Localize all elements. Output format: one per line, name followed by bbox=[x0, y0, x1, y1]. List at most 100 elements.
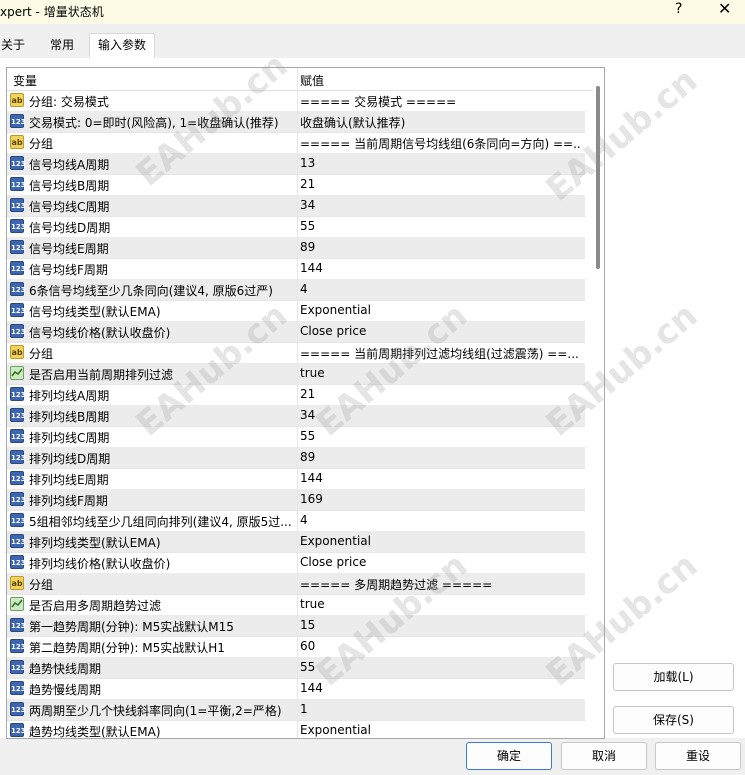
ok-button[interactable]: 确定 bbox=[466, 742, 552, 770]
parameter-value[interactable]: 169 bbox=[300, 492, 580, 506]
integer-type-icon: 123 bbox=[10, 198, 26, 212]
parameter-value[interactable]: 1 bbox=[300, 702, 580, 716]
integer-type-icon: 123 bbox=[10, 513, 26, 527]
table-row[interactable]: 123 排列均线B周期 34 bbox=[7, 405, 585, 427]
parameter-name: 信号均线C周期 bbox=[29, 200, 110, 214]
parameter-value[interactable]: 144 bbox=[300, 261, 580, 275]
parameter-value[interactable]: 4 bbox=[300, 513, 580, 527]
table-row[interactable]: 123 趋势慢线周期 144 bbox=[7, 678, 585, 700]
table-row[interactable]: 123 信号均线B周期 21 bbox=[7, 174, 585, 196]
cancel-button[interactable]: 取消 bbox=[561, 742, 647, 770]
integer-type-icon: 123 bbox=[10, 639, 26, 653]
parameter-value[interactable]: 15 bbox=[300, 618, 580, 632]
table-row[interactable]: ab 分组 ===== 当前周期排列过滤均线组(过滤震荡) ==... bbox=[7, 342, 585, 364]
header-value[interactable]: 赋值 bbox=[300, 72, 324, 89]
tab-about[interactable]: 关于 bbox=[0, 34, 33, 57]
parameters-table[interactable]: 变量 赋值 ab 分组: 交易模式 ===== 交易模式 ===== 123 交易模式:… bbox=[6, 67, 605, 739]
close-button[interactable]: ✕ bbox=[718, 0, 731, 18]
string-type-icon: ab bbox=[10, 345, 24, 359]
parameter-value[interactable]: 13 bbox=[300, 156, 580, 170]
parameter-value[interactable]: Exponential bbox=[300, 534, 580, 548]
table-row[interactable]: 123 第一趋势周期(分钟): M5实战默认M15 15 bbox=[7, 615, 585, 637]
table-row[interactable]: 123 交易模式: 0=即时(风险高), 1=收盘确认(推荐) 收盘确认(默认推荐) bbox=[7, 111, 585, 133]
parameter-name: 信号均线E周期 bbox=[29, 242, 109, 256]
table-row[interactable]: 123 排列均线A周期 21 bbox=[7, 384, 585, 406]
table-row[interactable]: 是否启用多周期趋势过滤 true bbox=[7, 594, 585, 616]
window-title: xpert - 增量状态机 bbox=[0, 5, 104, 19]
boolean-type-icon bbox=[10, 597, 24, 611]
table-row[interactable]: ab 分组: 交易模式 ===== 交易模式 ===== bbox=[7, 90, 585, 112]
integer-type-icon: 123 bbox=[10, 387, 26, 401]
integer-type-icon: 123 bbox=[10, 219, 26, 233]
table-row[interactable]: 是否启用当前周期排列过滤 true bbox=[7, 363, 585, 385]
parameter-value[interactable]: 4 bbox=[300, 282, 580, 296]
parameter-name: 排列均线类型(默认EMA) bbox=[29, 536, 161, 550]
tab-common[interactable]: 常用 bbox=[42, 34, 82, 57]
tab-inputs[interactable]: 输入参数 bbox=[89, 33, 156, 59]
tab-strip: 关于 常用 输入参数 bbox=[0, 33, 745, 59]
parameter-name: 信号均线D周期 bbox=[29, 221, 111, 235]
parameter-name: 两周期至少几个快线斜率同向(1=平衡,2=严格) bbox=[29, 704, 282, 718]
parameter-value[interactable]: 89 bbox=[300, 240, 580, 254]
help-button[interactable]: ? bbox=[675, 1, 682, 17]
table-row[interactable]: 123 第二趋势周期(分钟): M5实战默认H1 60 bbox=[7, 636, 585, 658]
table-row[interactable]: 123 排列均线D周期 89 bbox=[7, 447, 585, 469]
table-row[interactable]: ab 分组 ===== 多周期趋势过滤 ===== bbox=[7, 573, 585, 595]
column-divider bbox=[297, 68, 298, 738]
integer-type-icon: 123 bbox=[10, 156, 26, 170]
integer-type-icon: 123 bbox=[10, 114, 26, 128]
integer-type-icon: 123 bbox=[10, 723, 26, 737]
parameter-name: 排列均线F周期 bbox=[29, 494, 108, 508]
table-row[interactable]: 123 5组相邻均线至少几组同向排列(建议4, 原版5过... 4 bbox=[7, 510, 585, 532]
save-button[interactable]: 保存(S) bbox=[613, 706, 734, 734]
table-row[interactable]: 123 信号均线C周期 34 bbox=[7, 195, 585, 217]
parameter-name: 6条信号均线至少几条同向(建议4, 原版6过严) bbox=[29, 284, 273, 298]
parameter-value[interactable]: ===== 交易模式 ===== bbox=[300, 93, 580, 110]
parameter-value[interactable]: true bbox=[300, 366, 580, 380]
table-row[interactable]: 123 排列均线E周期 144 bbox=[7, 468, 585, 490]
table-row[interactable]: 123 趋势均线类型(默认EMA) Exponential bbox=[7, 720, 585, 739]
parameter-name: 分组 bbox=[29, 578, 54, 592]
parameter-value[interactable]: Exponential bbox=[300, 723, 580, 737]
integer-type-icon: 123 bbox=[10, 702, 26, 716]
parameter-value[interactable]: 55 bbox=[300, 219, 580, 233]
parameter-value[interactable]: 144 bbox=[300, 471, 580, 485]
parameter-value[interactable]: 34 bbox=[300, 198, 580, 212]
parameter-value[interactable]: 收盘确认(默认推荐) bbox=[300, 114, 580, 131]
table-row[interactable]: 123 信号均线价格(默认收盘价) Close price bbox=[7, 321, 585, 343]
header-variable[interactable]: 变量 bbox=[13, 72, 37, 89]
boolean-type-icon bbox=[10, 366, 24, 380]
parameter-name: 排列均线价格(默认收盘价) bbox=[29, 557, 171, 571]
reset-button[interactable]: 重设 bbox=[655, 742, 741, 770]
table-row[interactable]: ab 分组 ===== 当前周期信号均线组(6条同向=方向) ==... bbox=[7, 132, 585, 154]
table-row[interactable]: 123 排列均线F周期 169 bbox=[7, 489, 585, 511]
table-row[interactable]: 123 排列均线类型(默认EMA) Exponential bbox=[7, 531, 585, 553]
table-row[interactable]: 123 信号均线E周期 89 bbox=[7, 237, 585, 259]
table-row[interactable]: 123 两周期至少几个快线斜率同向(1=平衡,2=严格) 1 bbox=[7, 699, 585, 721]
parameter-value[interactable]: 89 bbox=[300, 450, 580, 464]
parameter-name: 趋势均线类型(默认EMA) bbox=[29, 725, 161, 739]
table-row[interactable]: 123 排列均线价格(默认收盘价) Close price bbox=[7, 552, 585, 574]
integer-type-icon: 123 bbox=[10, 492, 26, 506]
load-button[interactable]: 加载(L) bbox=[613, 663, 734, 691]
parameter-value[interactable]: ===== 当前周期信号均线组(6条同向=方向) ==... bbox=[300, 135, 580, 152]
string-type-icon: ab bbox=[10, 93, 24, 107]
table-row[interactable]: 123 信号均线D周期 55 bbox=[7, 216, 585, 238]
parameter-name: 交易模式: 0=即时(风险高), 1=收盘确认(推荐) bbox=[29, 116, 279, 130]
title-bar: xpert - 增量状态机 ? ✕ bbox=[0, 0, 745, 24]
integer-type-icon: 123 bbox=[10, 471, 26, 485]
integer-type-icon: 123 bbox=[10, 261, 26, 275]
string-type-icon: ab bbox=[10, 135, 24, 149]
table-header: 变量 赋值 bbox=[7, 68, 593, 91]
integer-type-icon: 123 bbox=[10, 618, 26, 632]
table-row[interactable]: 123 信号均线类型(默认EMA) Exponential bbox=[7, 300, 585, 322]
table-row[interactable]: 123 信号均线F周期 144 bbox=[7, 258, 585, 280]
parameter-name: 是否启用多周期趋势过滤 bbox=[29, 599, 162, 613]
parameter-name: 排列均线E周期 bbox=[29, 473, 109, 487]
table-row[interactable]: 123 排列均线C周期 55 bbox=[7, 426, 585, 448]
table-row[interactable]: 123 趋势快线周期 55 bbox=[7, 657, 585, 679]
table-row[interactable]: 123 信号均线A周期 13 bbox=[7, 153, 585, 175]
table-row[interactable]: 123 6条信号均线至少几条同向(建议4, 原版6过严) 4 bbox=[7, 279, 585, 301]
integer-type-icon: 123 bbox=[10, 177, 26, 191]
integer-type-icon: 123 bbox=[10, 555, 26, 569]
